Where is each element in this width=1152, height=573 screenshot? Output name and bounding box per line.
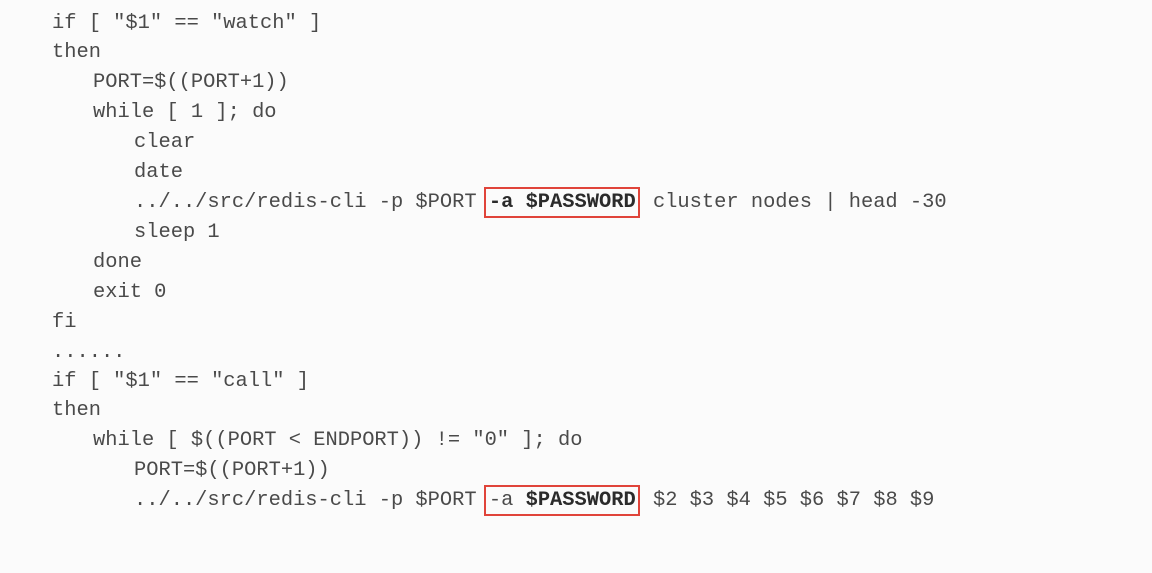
code-text: then bbox=[52, 399, 101, 422]
code-line: done bbox=[93, 248, 142, 278]
code-text: if [ "$1" == "call" ] bbox=[52, 370, 309, 393]
code-line: fi bbox=[52, 308, 76, 338]
ellipsis-text: ...... bbox=[52, 341, 126, 364]
code-line: ../../src/redis-cli -p $PORT -a $PASSWOR… bbox=[134, 187, 947, 218]
code-line: then bbox=[52, 396, 101, 426]
code-text: if [ "$1" == "watch" ] bbox=[52, 12, 322, 35]
password-variable-text: $PASSWORD bbox=[525, 489, 636, 512]
code-text: while [ $((PORT < ENDPORT)) != "0" ]; do bbox=[93, 429, 583, 452]
code-text: done bbox=[93, 251, 142, 274]
code-text: ../../src/redis-cli -p $PORT bbox=[134, 489, 489, 512]
code-text: cluster nodes | head -30 bbox=[640, 191, 947, 214]
code-text: sleep 1 bbox=[134, 221, 220, 244]
code-text: fi bbox=[52, 311, 77, 334]
code-line: sleep 1 bbox=[134, 218, 220, 248]
code-line: if [ "$1" == "call" ] bbox=[52, 367, 309, 397]
code-text: while [ 1 ]; do bbox=[93, 101, 277, 124]
code-text: $2 $3 $4 $5 $6 $7 $8 $9 bbox=[640, 489, 935, 512]
code-line: while [ $((PORT < ENDPORT)) != "0" ]; do bbox=[93, 426, 582, 456]
code-line: date bbox=[134, 158, 183, 188]
password-flag-highlight: -a $PASSWORD bbox=[483, 485, 640, 516]
code-line: if [ "$1" == "watch" ] bbox=[52, 9, 321, 39]
code-text: exit 0 bbox=[93, 281, 167, 304]
code-block: if [ "$1" == "watch" ] then PORT=$((PORT… bbox=[0, 0, 1152, 573]
code-line: clear bbox=[134, 128, 195, 158]
code-text: clear bbox=[134, 131, 196, 154]
password-flag-highlight: -a $PASSWORD bbox=[483, 187, 640, 218]
code-line: ../../src/redis-cli -p $PORT -a $PASSWOR… bbox=[134, 485, 935, 516]
code-line: exit 0 bbox=[93, 278, 166, 308]
code-line: PORT=$((PORT+1)) bbox=[93, 68, 289, 98]
code-line: while [ 1 ]; do bbox=[93, 98, 277, 128]
code-text: PORT=$((PORT+1)) bbox=[134, 459, 330, 482]
code-text: ../../src/redis-cli -p $PORT bbox=[134, 191, 489, 214]
code-line: then bbox=[52, 38, 101, 68]
code-text: then bbox=[52, 41, 101, 64]
code-line: PORT=$((PORT+1)) bbox=[134, 456, 330, 486]
password-flag-text: -a bbox=[488, 489, 526, 512]
code-text: PORT=$((PORT+1)) bbox=[93, 71, 289, 94]
code-text: date bbox=[134, 161, 183, 184]
code-line: ...... bbox=[52, 338, 125, 368]
